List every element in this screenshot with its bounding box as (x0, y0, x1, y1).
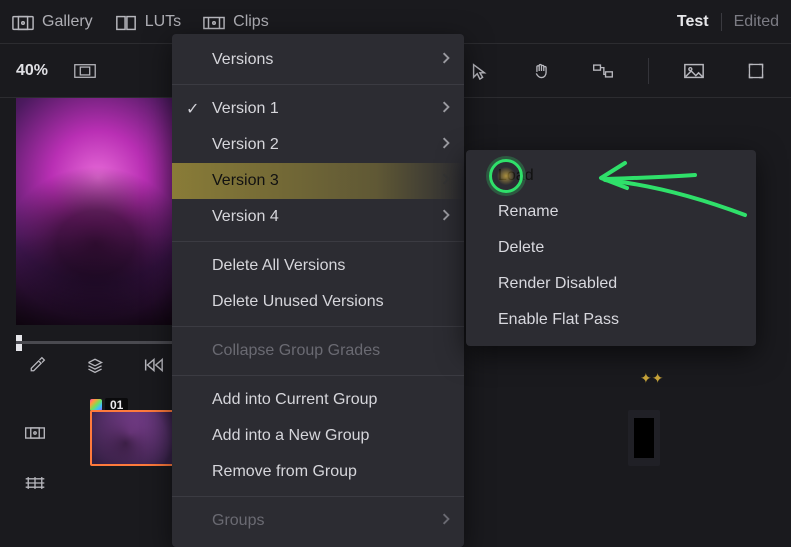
menu-remove-group-label: Remove from Group (212, 463, 357, 481)
menu-delete-all-label: Delete All Versions (212, 257, 345, 275)
layers-icon[interactable] (78, 350, 112, 380)
nav-clips-label: Clips (233, 13, 269, 31)
strip-mode-b-icon[interactable] (18, 468, 52, 498)
context-menu: Versions ✓ Version 1 Version 2 Version 3… (172, 34, 464, 547)
luts-icon (115, 14, 137, 30)
menu-groups-label: Groups (212, 512, 264, 530)
menu-version-2[interactable]: Version 2 (172, 127, 464, 163)
menu-groups[interactable]: Groups (172, 503, 464, 539)
submenu-render-disabled-label: Render Disabled (498, 275, 617, 292)
menu-add-new-group[interactable]: Add into a New Group (172, 418, 464, 454)
expand-tool-icon[interactable] (739, 56, 773, 86)
image-tool-icon[interactable] (677, 56, 711, 86)
submenu-delete[interactable]: Delete (466, 230, 756, 266)
chevron-right-icon (440, 136, 452, 154)
menu-version-3-label: Version 3 (212, 172, 279, 190)
menu-delete-all[interactable]: Delete All Versions (172, 248, 464, 284)
chevron-right-icon (440, 512, 452, 530)
menu-versions[interactable]: Versions (172, 42, 464, 78)
menu-version-1-label: Version 1 (212, 100, 279, 118)
menu-add-new-group-label: Add into a New Group (212, 427, 369, 445)
top-nav-left: Gallery LUTs Clips (12, 13, 269, 31)
menu-version-4-label: Version 4 (212, 208, 279, 226)
clips-icon (203, 14, 225, 30)
submenu-rename-label: Rename (498, 203, 558, 220)
nav-luts-label: LUTs (145, 13, 181, 31)
top-nav-right: Test Edited (677, 13, 779, 31)
divider (721, 13, 722, 31)
menu-separator (172, 375, 464, 376)
menu-separator (172, 84, 464, 85)
chevron-right-icon (440, 172, 452, 190)
annotation-arrow (595, 145, 755, 235)
gallery-icon (12, 14, 34, 30)
menu-separator (172, 241, 464, 242)
submenu-delete-label: Delete (498, 239, 544, 256)
menu-delete-unused[interactable]: Delete Unused Versions (172, 284, 464, 320)
strip-mode-a-icon[interactable] (18, 418, 52, 448)
strip-mode-icons (18, 418, 52, 498)
menu-collapse-group: Collapse Group Grades (172, 333, 464, 369)
project-title: Test (677, 13, 709, 31)
menu-collapse-group-label: Collapse Group Grades (212, 342, 380, 360)
menu-version-2-label: Version 2 (212, 136, 279, 154)
menu-version-1[interactable]: ✓ Version 1 (172, 91, 464, 127)
submenu-render-disabled[interactable]: Render Disabled (466, 266, 756, 302)
pointer-tool-icon[interactable] (462, 56, 496, 86)
eyedropper-icon[interactable] (20, 350, 54, 380)
nav-clips[interactable]: Clips (203, 13, 269, 31)
submenu-enable-flat-pass-label: Enable Flat Pass (498, 311, 619, 328)
hand-tool-icon[interactable] (524, 56, 558, 86)
menu-separator (172, 326, 464, 327)
project-status: Edited (734, 13, 779, 31)
chevron-right-icon (440, 100, 452, 118)
menu-versions-label: Versions (212, 51, 273, 69)
next-clip[interactable]: ✦✦ (628, 410, 660, 466)
menu-version-4[interactable]: Version 4 (172, 199, 464, 235)
submenu-enable-flat-pass[interactable]: Enable Flat Pass (466, 302, 756, 338)
menu-delete-unused-label: Delete Unused Versions (212, 293, 384, 311)
nav-gallery[interactable]: Gallery (12, 13, 93, 31)
skip-back-icon[interactable] (136, 350, 170, 380)
chevron-right-icon (440, 208, 452, 226)
fit-icon[interactable] (60, 56, 110, 86)
chevron-right-icon (440, 51, 452, 69)
sparkle-icon: ✦✦ (640, 370, 663, 387)
nav-luts[interactable]: LUTs (115, 13, 181, 31)
node-tool-icon[interactable] (586, 56, 620, 86)
menu-remove-group[interactable]: Remove from Group (172, 454, 464, 490)
divider (648, 58, 649, 84)
nav-gallery-label: Gallery (42, 13, 93, 31)
check-icon: ✓ (186, 99, 199, 119)
menu-separator (172, 496, 464, 497)
menu-version-3[interactable]: Version 3 (172, 163, 464, 199)
annotation-ring (489, 159, 523, 193)
menu-add-current-group-label: Add into Current Group (212, 391, 377, 409)
toolbar-right (462, 44, 773, 97)
zoom-level[interactable]: 40% (16, 62, 48, 80)
menu-add-current-group[interactable]: Add into Current Group (172, 382, 464, 418)
